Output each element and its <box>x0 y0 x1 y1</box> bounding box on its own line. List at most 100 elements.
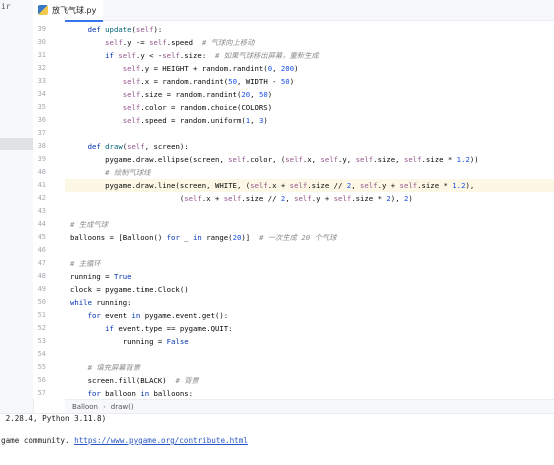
code-token: # 主循环 <box>70 259 101 268</box>
line-number: 34 <box>37 90 46 98</box>
code-token: event.type == pygame.QUIT: <box>113 324 233 333</box>
code-line[interactable]: (self.x + self.size // 2, self.y + self.… <box>65 192 554 205</box>
code-line[interactable]: pygame.draw.ellipse(screen, self.color, … <box>65 153 554 166</box>
code-token: self <box>223 194 242 203</box>
code-token: True <box>113 272 132 281</box>
code-text: running = False <box>70 335 189 348</box>
code-token: .color, ( <box>245 155 286 164</box>
code-token: 50 <box>258 90 268 99</box>
line-number: 39 <box>37 155 46 163</box>
code-line[interactable]: screen.fill(BLACK) # 背景 <box>65 374 554 387</box>
code-token: event <box>100 311 132 320</box>
code-line[interactable]: self.x = random.randint(50, WIDTH - 50) <box>65 75 554 88</box>
code-line[interactable]: running = False <box>65 335 554 348</box>
console-link[interactable]: https://www.pygame.org/contribute.html <box>74 436 248 445</box>
code-text: self.speed = random.uniform(1, 3) <box>70 114 268 127</box>
code-token: ), <box>465 181 475 190</box>
code-token: # 生成气球 <box>70 220 108 229</box>
code-token: )] <box>241 233 259 242</box>
project-panel-strip: ir <box>0 0 34 413</box>
code-line[interactable]: # 主循环 <box>65 257 554 270</box>
code-token: self <box>127 142 145 151</box>
breadcrumb-method[interactable]: draw() <box>111 403 134 411</box>
run-console[interactable]: 2.28.4, Python 3.11.8) game community. h… <box>0 413 554 465</box>
line-number: 32 <box>37 64 46 72</box>
line-number: 42 <box>37 194 46 202</box>
code-token: clock = pygame.time.Clock() <box>70 285 189 294</box>
code-token: .size // <box>241 194 281 203</box>
code-line[interactable]: pygame.draw.line(screen, WHITE, (self.x … <box>65 179 554 192</box>
code-text: self.x = random.randint(50, WIDTH - 50) <box>70 75 294 88</box>
project-selected-row[interactable] <box>0 138 33 150</box>
code-token: self <box>399 181 418 190</box>
line-number: 40 <box>37 168 46 176</box>
code-token: .y, <box>338 155 356 164</box>
code-line[interactable] <box>65 127 554 140</box>
code-text: (self.x + self.size // 2, self.y + self.… <box>70 192 413 205</box>
code-line[interactable] <box>65 205 554 218</box>
code-line[interactable]: self.y = HEIGHT + random.randint(0, 200) <box>65 62 554 75</box>
code-token: for <box>87 311 101 320</box>
line-number: 51 <box>37 311 46 319</box>
line-number: 35 <box>37 103 46 111</box>
line-number: 55 <box>37 363 46 371</box>
code-token: self <box>228 155 246 164</box>
code-line[interactable]: self.speed = random.uniform(1, 3) <box>65 114 554 127</box>
code-token: .y -= <box>122 38 150 47</box>
code-token: if <box>105 324 114 333</box>
python-file-icon <box>38 5 48 15</box>
code-line[interactable] <box>65 244 554 257</box>
code-token: screen.fill(BLACK) <box>70 376 176 385</box>
breadcrumb-class[interactable]: Balloon <box>72 403 98 411</box>
code-line[interactable] <box>65 348 554 361</box>
code-line[interactable]: # 生成气球 <box>65 218 554 231</box>
code-editor[interactable]: def update(self): self.y -= self.speed #… <box>65 20 554 399</box>
code-line[interactable]: def draw(self, screen): <box>65 140 554 153</box>
code-token: self <box>135 25 154 34</box>
code-line[interactable]: if event.type == pygame.QUIT: <box>65 322 554 335</box>
code-token: .y < - <box>135 51 163 60</box>
console-community-text: game community. <box>1 436 75 445</box>
code-token: ) <box>408 194 413 203</box>
line-number: 41 <box>37 181 46 189</box>
code-line[interactable]: self.size = random.randint(20, 50) <box>65 88 554 101</box>
line-number: 57 <box>37 389 46 397</box>
code-token: _ <box>179 233 194 242</box>
file-tab[interactable]: 放飞气球.py <box>33 0 103 22</box>
code-line[interactable]: if self.y < -self.size: # 如果气球移出屏幕，重新生成 <box>65 49 554 62</box>
code-line[interactable]: self.y -= self.speed # 气球向上移动 <box>65 36 554 49</box>
code-line[interactable]: clock = pygame.time.Clock() <box>65 283 554 296</box>
code-line[interactable]: # 填充屏幕背景 <box>65 361 554 374</box>
code-token: pygame.draw.line(screen, WHITE, ( <box>70 181 251 190</box>
code-token: , <box>272 64 281 73</box>
code-token: self <box>122 77 141 86</box>
code-token: running = <box>70 272 114 281</box>
code-token: , WIDTH - <box>236 77 281 86</box>
code-line[interactable]: balloons = [Balloon() for _ in range(20)… <box>65 231 554 244</box>
code-token: self <box>294 194 312 203</box>
code-line[interactable]: running = True <box>65 270 554 283</box>
code-line[interactable]: for event in pygame.event.get(): <box>65 309 554 322</box>
code-token: .size * <box>417 181 453 190</box>
code-line[interactable]: self.color = random.choice(COLORS) <box>65 101 554 114</box>
code-token: for <box>166 233 180 242</box>
code-token: in <box>131 311 141 320</box>
code-text: pygame.draw.line(screen, WHITE, (self.x … <box>70 179 474 192</box>
code-line[interactable]: while running: <box>65 296 554 309</box>
code-token: # 填充屏幕背景 <box>87 363 141 372</box>
code-line[interactable]: # 绘制气球线 <box>65 166 554 179</box>
console-line-version: 2.28.4, Python 3.11.8) <box>1 414 107 423</box>
code-token: ): <box>153 25 163 34</box>
code-token: running: <box>91 298 132 307</box>
code-token: draw <box>105 142 123 151</box>
code-token: in <box>193 233 202 242</box>
code-text: # 主循环 <box>70 257 101 270</box>
code-line[interactable]: def update(self): <box>65 23 554 36</box>
line-number: 56 <box>37 376 46 384</box>
code-text: # 生成气球 <box>70 218 108 231</box>
